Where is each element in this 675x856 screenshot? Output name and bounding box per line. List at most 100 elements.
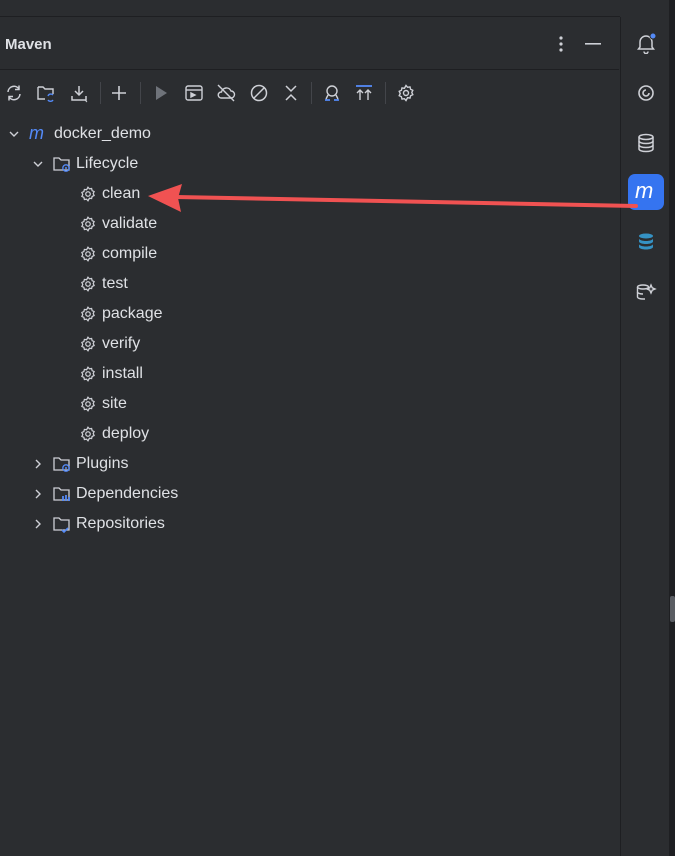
plugins-label: Plugins [76, 455, 129, 472]
goal-gear-icon [78, 244, 98, 264]
svg-text:m: m [635, 181, 653, 203]
notifications-button[interactable] [628, 25, 664, 61]
database-icon [638, 133, 654, 153]
show-dependencies-icon [325, 85, 339, 101]
run-icon [156, 86, 167, 100]
project-label: docker_demo [54, 125, 151, 142]
tree-node-repositories[interactable]: Repositories [30, 509, 165, 539]
tool-window-header: Maven [0, 17, 619, 70]
more-options-button[interactable] [550, 33, 572, 55]
scrollbar-thumb[interactable] [670, 596, 675, 622]
right-tool-window-bar: m [620, 17, 670, 856]
chevron-right-icon[interactable] [30, 456, 46, 472]
goal-gear-icon [78, 394, 98, 414]
show-dependencies-button[interactable] [319, 80, 345, 106]
settings-button[interactable] [393, 80, 419, 106]
generate-sources-icon [37, 86, 54, 102]
add-button[interactable] [106, 80, 132, 106]
dependencies-folder-icon [52, 484, 72, 504]
offline-mode-button[interactable] [213, 80, 239, 106]
goal-gear-icon [78, 184, 98, 204]
goal-gear-icon [78, 364, 98, 384]
minimize-icon [585, 43, 601, 45]
goal-label: test [102, 275, 128, 292]
ai-sql-button[interactable] [628, 274, 664, 310]
goal-gear-icon [78, 274, 98, 294]
collapse-icon [285, 85, 297, 101]
goal-gear-icon [78, 304, 98, 324]
collapse-button[interactable] [278, 80, 304, 106]
repositories-label: Repositories [76, 515, 165, 532]
more-vertical-icon [559, 36, 563, 52]
toolbar-separator [140, 82, 141, 104]
tool-window-title: Maven [5, 36, 52, 53]
ai-sql-icon [636, 283, 657, 300]
goal-label: install [102, 365, 143, 382]
generate-sources-button[interactable] [33, 80, 59, 106]
chevron-down-icon[interactable] [30, 156, 46, 172]
lifecycle-goal-verify[interactable]: verify [78, 329, 140, 359]
goal-label: deploy [102, 425, 150, 442]
top-window-strip [0, 0, 620, 17]
expand-all-icon [356, 85, 372, 100]
lifecycle-goal-package[interactable]: package [78, 299, 163, 329]
goal-label: clean [102, 185, 141, 202]
settings-icon [398, 84, 414, 102]
tree-node-lifecycle[interactable]: Lifecycle [30, 149, 138, 179]
window-edge [669, 0, 675, 856]
chevron-down-icon[interactable] [6, 126, 22, 142]
toolbar-separator [311, 82, 312, 104]
lifecycle-goal-validate[interactable]: validate [78, 209, 157, 239]
lifecycle-goal-clean[interactable]: clean [78, 179, 140, 209]
plugins-folder-icon [52, 454, 72, 474]
tree-node-dependencies[interactable]: Dependencies [30, 479, 178, 509]
reload-button[interactable] [1, 80, 27, 106]
ai-assistant-icon [638, 85, 654, 101]
lifecycle-folder-icon [52, 154, 72, 174]
execute-goal-button[interactable] [181, 80, 207, 106]
chevron-right-icon[interactable] [30, 486, 46, 502]
reload-icon [7, 85, 21, 101]
goal-gear-icon [78, 334, 98, 354]
lifecycle-goal-install[interactable]: install [78, 359, 143, 389]
lifecycle-goal-compile[interactable]: compile [78, 239, 157, 269]
tree-node-plugins[interactable]: Plugins [30, 449, 128, 479]
goal-gear-icon [78, 214, 98, 234]
toolbar-separator [100, 82, 101, 104]
run-button[interactable] [148, 80, 174, 106]
database-button[interactable] [628, 125, 664, 161]
db-tool-button[interactable] [628, 224, 664, 260]
expand-all-button[interactable] [351, 80, 377, 106]
maven-toolbar [0, 72, 619, 110]
db-tool-icon [639, 233, 653, 250]
minimize-button[interactable] [582, 33, 604, 55]
goal-label: verify [102, 335, 141, 352]
skip-tests-button[interactable] [246, 80, 272, 106]
goal-gear-icon [78, 424, 98, 444]
lifecycle-goal-test[interactable]: test [78, 269, 128, 299]
download-icon [71, 86, 88, 103]
goal-label: package [102, 305, 163, 322]
notifications-icon [637, 32, 657, 54]
goal-label: site [102, 395, 127, 412]
tree-node-project[interactable]: m docker_demo [6, 119, 151, 149]
dependencies-label: Dependencies [76, 485, 179, 502]
lifecycle-goal-deploy[interactable]: deploy [78, 419, 149, 449]
maven-tool-window: Maven m docker_demo Lifecycle clean vali… [0, 17, 619, 856]
goal-label: compile [102, 245, 158, 262]
download-button[interactable] [66, 80, 92, 106]
add-icon [112, 86, 126, 100]
goal-label: validate [102, 215, 158, 232]
lifecycle-label: Lifecycle [76, 155, 139, 172]
maven-icon: m [635, 181, 653, 203]
maven-project-icon: m [28, 124, 50, 144]
skip-tests-icon [250, 84, 268, 102]
ai-assistant-button[interactable] [628, 75, 664, 111]
offline-icon [217, 84, 236, 102]
chevron-right-icon[interactable] [30, 516, 46, 532]
lifecycle-goal-site[interactable]: site [78, 389, 127, 419]
svg-text:m: m [29, 125, 44, 143]
maven-tool-button[interactable]: m [628, 174, 664, 210]
repositories-folder-icon [52, 514, 72, 534]
toolbar-separator [385, 82, 386, 104]
